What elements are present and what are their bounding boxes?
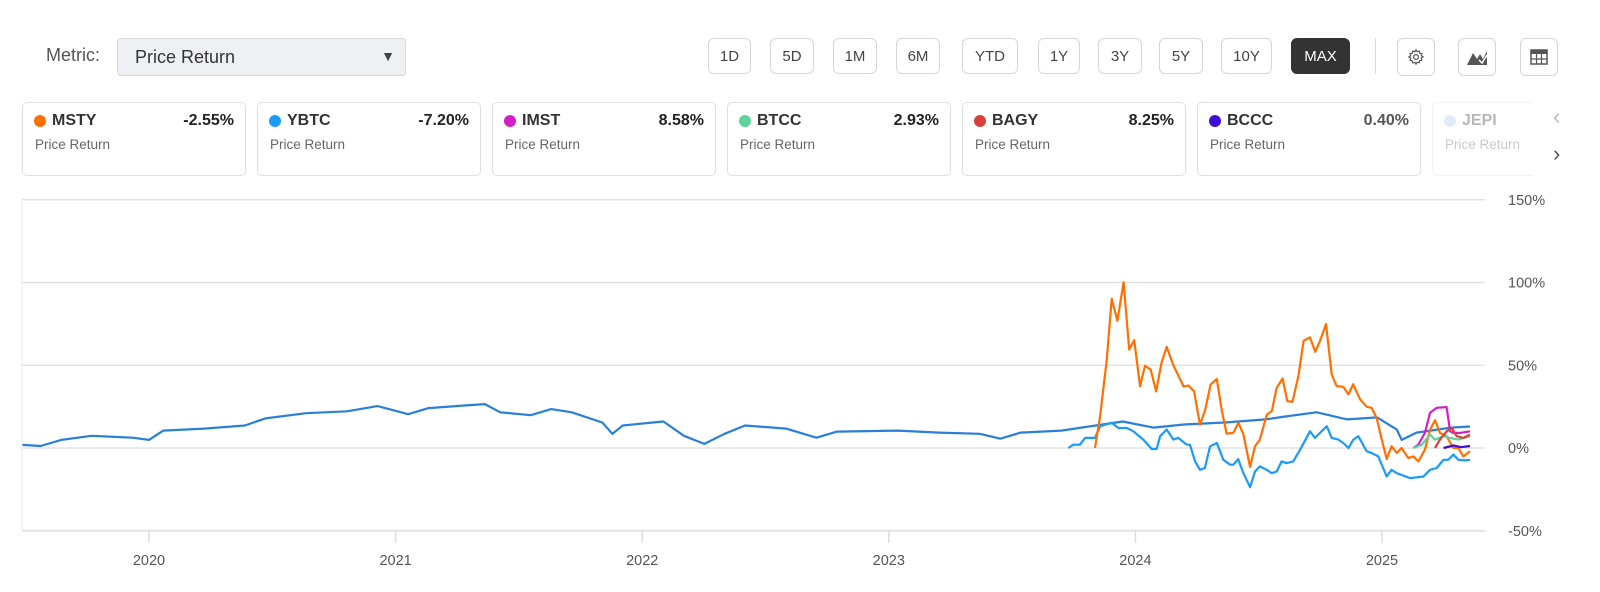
legend-symbol: YBTC — [287, 112, 331, 129]
legend-metric: Price Return — [975, 137, 1051, 152]
legend-card-bccc[interactable]: BCCC 0.40% Price Return — [1197, 102, 1421, 176]
settings-button[interactable] — [1397, 38, 1435, 76]
range-button-5d[interactable]: 5D — [770, 38, 814, 74]
legend-metric: Price Return — [740, 137, 816, 152]
legend-prev-arrow-icon[interactable]: ‹ — [1553, 104, 1560, 130]
legend-symbol: BTCC — [757, 112, 802, 129]
legend-symbol: BAGY — [992, 112, 1039, 129]
series-color-dot-icon — [974, 115, 986, 127]
x-tick-label: 2020 — [133, 553, 165, 569]
x-tick-label: 2024 — [1119, 553, 1151, 569]
metric-select[interactable]: Price Return ▼ — [117, 38, 406, 76]
y-tick-label: 0% — [1508, 441, 1529, 457]
x-tick-label: 2023 — [873, 553, 905, 569]
series-color-dot-icon — [504, 115, 516, 127]
y-tick-label: 50% — [1508, 358, 1537, 374]
series-line-ybtc[interactable] — [1067, 421, 1471, 489]
range-button-1y[interactable]: 1Y — [1038, 38, 1080, 74]
legend-metric: Price Return — [1445, 137, 1521, 152]
legend-card-msty[interactable]: MSTY -2.55% Price Return — [22, 102, 246, 176]
y-tick-label: 100% — [1508, 276, 1545, 292]
legend-metric: Price Return — [35, 137, 111, 152]
legend-value: 8.25% — [1128, 112, 1174, 129]
legend-symbol: IMST — [522, 112, 561, 129]
caret-down-icon: ▼ — [381, 48, 395, 64]
range-button-1d[interactable]: 1D — [708, 38, 751, 74]
legend-value: 8.58% — [658, 112, 704, 129]
x-tick-label: 2021 — [379, 553, 411, 569]
x-tick-label: 2022 — [626, 553, 658, 569]
range-button-ytd[interactable]: YTD — [962, 38, 1018, 74]
range-button-max[interactable]: MAX — [1291, 38, 1350, 74]
legend-value: 2.93% — [893, 112, 939, 129]
series-line-msty[interactable] — [1093, 281, 1471, 469]
toolbar-divider — [1375, 38, 1376, 74]
range-button-6m[interactable]: 6M — [896, 38, 940, 74]
metric-label: Metric: — [46, 45, 100, 65]
series-color-dot-icon — [1209, 115, 1221, 127]
y-tick-label: -50% — [1508, 524, 1542, 540]
price-return-chart[interactable]: 150% 100% 50% 0% -50% 2020 2021 2022 2023 2024 202… — [0, 0, 1600, 592]
y-tick-label: 150% — [1508, 193, 1545, 209]
range-button-10y[interactable]: 10Y — [1221, 38, 1272, 74]
legend-symbol: BCCC — [1227, 112, 1274, 129]
legend-card-bagy[interactable]: BAGY 8.25% Price Return — [962, 102, 1186, 176]
legend-value: 0.40% — [1363, 112, 1409, 129]
legend-next-arrow-icon[interactable]: › — [1553, 141, 1560, 167]
legend-value: -7.20% — [418, 112, 469, 129]
table-icon — [1530, 49, 1548, 65]
series-color-dot-icon — [269, 115, 281, 127]
legend-symbol: JEPI — [1462, 112, 1497, 129]
series-color-dot-icon — [34, 115, 46, 127]
legend-card-ybtc[interactable]: YBTC -7.20% Price Return — [257, 102, 481, 176]
legend-metric: Price Return — [270, 137, 346, 152]
legend-card-imst[interactable]: IMST 8.58% Price Return — [492, 102, 716, 176]
legend-card-btcc[interactable]: BTCC 2.93% Price Return — [727, 102, 951, 176]
series-line-jepi[interactable] — [22, 403, 1471, 448]
series-color-dot-icon — [1444, 115, 1456, 127]
series-color-dot-icon — [739, 115, 751, 127]
range-button-5y[interactable]: 5Y — [1159, 38, 1203, 74]
chart-type-button[interactable] — [1458, 38, 1496, 76]
metric-select-value: Price Return — [135, 47, 236, 67]
legend-card-jepi[interactable]: JEPI Price Return — [1432, 102, 1532, 176]
range-button-3y[interactable]: 3Y — [1098, 38, 1142, 74]
legend-symbol: MSTY — [52, 112, 97, 129]
legend-metric: Price Return — [1210, 137, 1286, 152]
mountain-chart-icon — [1467, 51, 1488, 65]
table-view-button[interactable] — [1520, 38, 1558, 76]
range-button-1m[interactable]: 1M — [833, 38, 877, 74]
legend-value: -2.55% — [183, 112, 234, 129]
x-tick-label: 2025 — [1366, 553, 1398, 569]
legend-metric: Price Return — [505, 137, 581, 152]
gear-icon — [1407, 48, 1425, 66]
